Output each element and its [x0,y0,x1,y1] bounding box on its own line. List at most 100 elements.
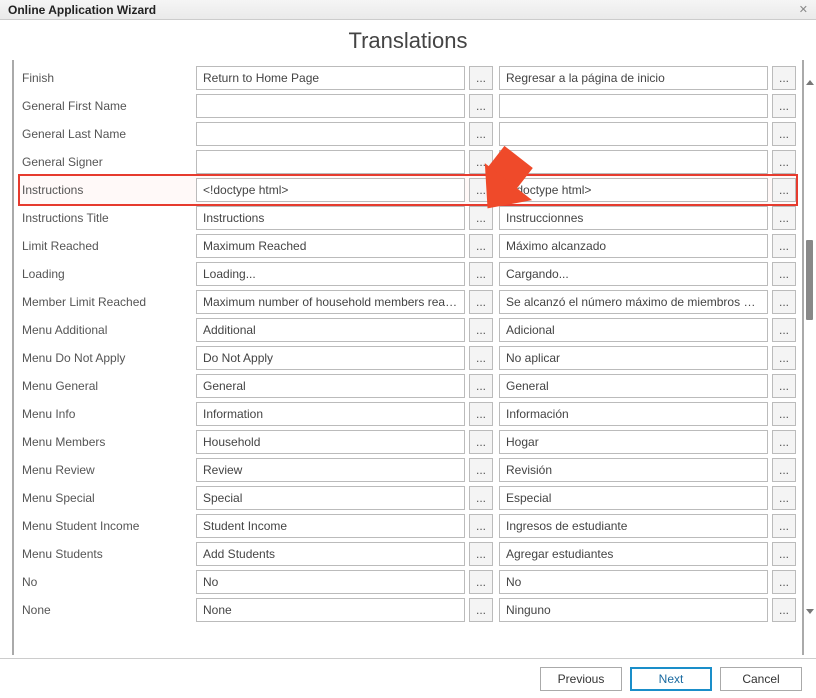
ellipsis-button[interactable]: ... [469,122,493,146]
source-input[interactable] [196,234,465,258]
ellipsis-button[interactable]: ... [469,374,493,398]
source-input[interactable] [196,402,465,426]
source-input[interactable] [196,262,465,286]
ellipsis-button[interactable]: ... [772,150,796,174]
target-cell: ... [499,486,796,510]
ellipsis-button[interactable]: ... [772,346,796,370]
source-input[interactable] [196,598,465,622]
source-input[interactable] [196,570,465,594]
source-input[interactable] [196,94,465,118]
ellipsis-button[interactable]: ... [772,542,796,566]
target-input[interactable] [499,346,768,370]
target-input[interactable] [499,262,768,286]
target-input[interactable] [499,150,768,174]
ellipsis-button[interactable]: ... [772,374,796,398]
ellipsis-button[interactable]: ... [469,402,493,426]
ellipsis-button[interactable]: ... [772,318,796,342]
target-cell: ... [499,234,796,258]
target-input[interactable] [499,318,768,342]
source-input[interactable] [196,150,465,174]
target-input[interactable] [499,66,768,90]
ellipsis-button[interactable]: ... [772,234,796,258]
source-input[interactable] [196,430,465,454]
ellipsis-button[interactable]: ... [772,458,796,482]
ellipsis-button[interactable]: ... [469,514,493,538]
target-input[interactable] [499,178,768,202]
target-input[interactable] [499,94,768,118]
ellipsis-button[interactable]: ... [772,122,796,146]
ellipsis-button[interactable]: ... [469,598,493,622]
ellipsis-button[interactable]: ... [469,542,493,566]
translation-row: No...... [20,568,796,596]
ellipsis-button[interactable]: ... [469,262,493,286]
ellipsis-button[interactable]: ... [772,402,796,426]
target-input[interactable] [499,486,768,510]
source-input[interactable] [196,318,465,342]
scroll-up-icon[interactable] [806,80,814,85]
ellipsis-button[interactable]: ... [469,94,493,118]
ellipsis-button[interactable]: ... [469,234,493,258]
ellipsis-button[interactable]: ... [772,66,796,90]
source-input[interactable] [196,66,465,90]
ellipsis-button[interactable]: ... [469,290,493,314]
scroll-down-icon[interactable] [806,609,814,614]
source-cell: ... [196,430,493,454]
ellipsis-button[interactable]: ... [469,430,493,454]
ellipsis-button[interactable]: ... [469,346,493,370]
source-cell: ... [196,570,493,594]
target-input[interactable] [499,402,768,426]
ellipsis-button[interactable]: ... [772,94,796,118]
target-cell: ... [499,430,796,454]
target-input[interactable] [499,598,768,622]
cancel-button[interactable]: Cancel [720,667,802,691]
vertical-scrollbar[interactable] [806,80,814,614]
ellipsis-button[interactable]: ... [469,318,493,342]
source-input[interactable] [196,458,465,482]
row-label: General First Name [20,99,190,113]
target-input[interactable] [499,290,768,314]
ellipsis-button[interactable]: ... [772,514,796,538]
source-input[interactable] [196,122,465,146]
previous-button[interactable]: Previous [540,667,622,691]
target-cell: ... [499,374,796,398]
ellipsis-button[interactable]: ... [469,486,493,510]
source-cell: ... [196,234,493,258]
target-input[interactable] [499,570,768,594]
target-input[interactable] [499,122,768,146]
target-input[interactable] [499,234,768,258]
ellipsis-button[interactable]: ... [469,66,493,90]
body: Translations Finish......General First N… [0,20,816,658]
source-input[interactable] [196,514,465,538]
target-input[interactable] [499,430,768,454]
source-input[interactable] [196,206,465,230]
ellipsis-button[interactable]: ... [772,290,796,314]
ellipsis-button[interactable]: ... [469,458,493,482]
source-cell: ... [196,486,493,510]
ellipsis-button[interactable]: ... [469,570,493,594]
ellipsis-button[interactable]: ... [772,178,796,202]
ellipsis-button[interactable]: ... [772,486,796,510]
source-input[interactable] [196,374,465,398]
next-button[interactable]: Next [630,667,712,691]
ellipsis-button[interactable]: ... [772,262,796,286]
target-input[interactable] [499,458,768,482]
target-cell: ... [499,206,796,230]
target-input[interactable] [499,542,768,566]
scroll-thumb[interactable] [806,240,813,320]
target-cell: ... [499,570,796,594]
ellipsis-button[interactable]: ... [772,430,796,454]
close-icon[interactable]: ✕ [799,3,808,16]
source-input[interactable] [196,290,465,314]
target-input[interactable] [499,206,768,230]
target-input[interactable] [499,374,768,398]
target-cell: ... [499,94,796,118]
source-input[interactable] [196,178,465,202]
ellipsis-button[interactable]: ... [772,570,796,594]
target-input[interactable] [499,514,768,538]
source-input[interactable] [196,486,465,510]
source-input[interactable] [196,346,465,370]
source-input[interactable] [196,542,465,566]
row-label: Menu Students [20,547,190,561]
ellipsis-button[interactable]: ... [772,598,796,622]
ellipsis-button[interactable]: ... [772,206,796,230]
